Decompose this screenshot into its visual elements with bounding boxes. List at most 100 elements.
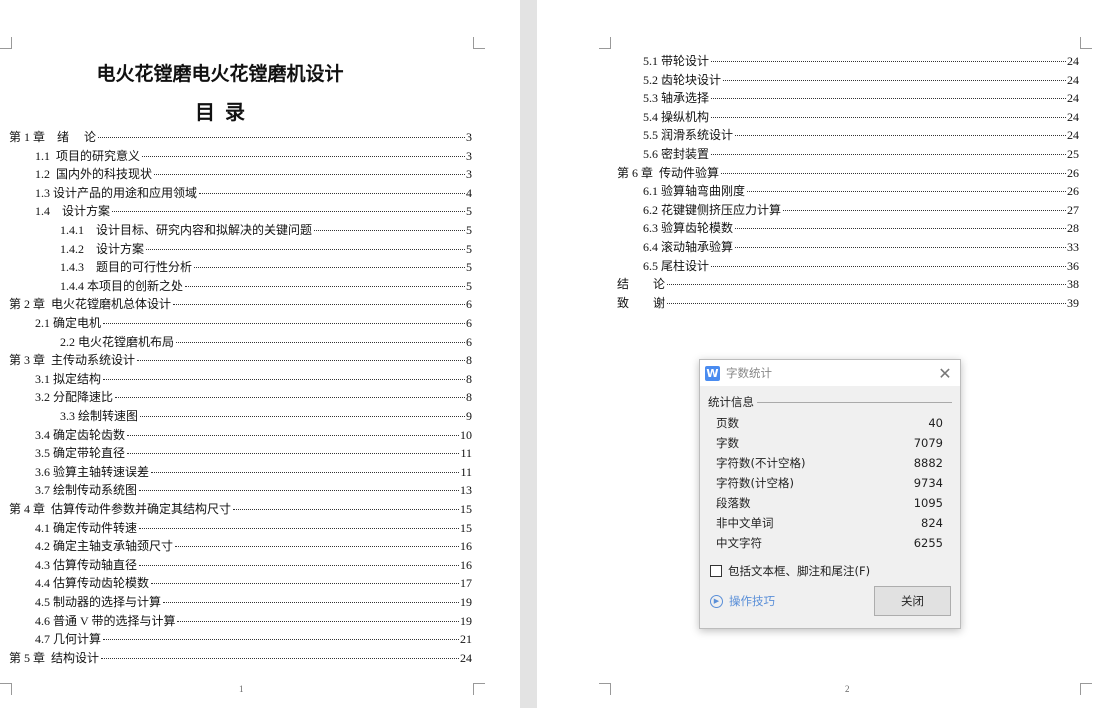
toc-entry[interactable]: 4.6 普通 V 带的选择与计算 19 <box>35 612 472 630</box>
toc-entry-page: 24 <box>1067 72 1079 87</box>
page-number: 2 <box>845 684 850 694</box>
toc-entry[interactable]: 第 6 章 传动件验算 26 <box>617 164 1079 182</box>
dialog-titlebar[interactable]: W 字数统计 ✕ <box>700 360 960 386</box>
toc-entry-title: 致 谢 <box>617 295 666 310</box>
toc-heading: 目 录 <box>195 102 245 124</box>
toc-entry-title: 3.6 验算主轴转速误差 <box>35 464 150 479</box>
margin-corner-mark <box>1080 37 1092 49</box>
toc-entry-title: 5.4 操纵机构 <box>643 109 710 124</box>
leader-dots <box>142 155 465 157</box>
toc-entry[interactable]: 5.6 密封装置 25 <box>643 145 1079 163</box>
toc-entry[interactable]: 4.3 估算传动轴直径 16 <box>35 556 472 574</box>
toc-entry[interactable]: 1.4.2 设计方案 5 <box>60 240 472 258</box>
leader-dots <box>711 61 1066 62</box>
toc-entry[interactable]: 1.4 设计方案 5 <box>35 202 472 220</box>
toc-entry[interactable]: 4.4 估算传动齿轮模数 17 <box>35 574 472 592</box>
leader-dots <box>233 509 459 510</box>
stat-label: 字符数(计空格) <box>716 476 794 490</box>
toc-entry-page: 16 <box>460 539 472 554</box>
toc-entry[interactable]: 6.1 验算轴弯曲刚度 26 <box>643 182 1079 200</box>
toc-entry-page: 13 <box>460 483 472 498</box>
word-count-dialog: W 字数统计 ✕ 统计信息 页数 40 字数 7079 字符数(不计空格) 8882 字符数… <box>699 359 961 629</box>
toc-entry[interactable]: 3.2 分配降速比 8 <box>35 388 472 406</box>
leader-dots <box>314 230 465 231</box>
close-icon[interactable]: ✕ <box>930 364 960 383</box>
checkbox-icon[interactable] <box>710 565 722 577</box>
toc-entry[interactable]: 5.4 操纵机构 24 <box>643 108 1079 126</box>
toc-entry-title: 4.5 制动器的选择与计算 <box>35 595 162 609</box>
toc-entry[interactable]: 第 3 章 主传动系统设计 8 <box>9 351 472 369</box>
leader-dots <box>140 416 465 417</box>
stat-row: 字符数(不计空格) 8882 <box>716 453 943 473</box>
toc-entry[interactable]: 6.5 尾柱设计 36 <box>643 257 1079 275</box>
toc-entry[interactable]: 第 4 章 估算传动件参数并确定其结构尺寸 15 <box>9 500 472 518</box>
toc-entry-title: 1.4.2 设计方案 <box>60 241 145 256</box>
margin-corner-mark <box>0 37 12 49</box>
leader-dots <box>112 211 465 213</box>
leader-dots <box>711 265 1066 267</box>
toc-entry[interactable]: 第 5 章 结构设计 24 <box>9 649 472 667</box>
leader-dots <box>127 453 460 455</box>
tips-link[interactable]: ▶ 操作技巧 <box>710 593 775 609</box>
toc-entry[interactable]: 6.4 滚动轴承验算 33 <box>643 238 1079 256</box>
toc-entry-page: 17 <box>460 576 472 591</box>
toc-entry[interactable]: 1.3 设计产品的用途和应用领域 4 <box>35 184 472 202</box>
toc-entry[interactable]: 结 论 38 <box>617 275 1079 293</box>
close-button[interactable]: 关闭 <box>874 586 951 616</box>
include-textbox-footnote-checkbox[interactable]: 包括文本框、脚注和尾注(F) <box>710 563 960 579</box>
leader-dots <box>711 116 1066 118</box>
toc-entry[interactable]: 1.4.4 本项目的创新之处 5 <box>60 277 472 295</box>
stat-value: 8882 <box>913 456 943 470</box>
stat-label: 中文字符 <box>716 536 762 550</box>
leader-dots <box>185 285 465 287</box>
toc-entry-title: 2.2 电火花镗磨机布局 <box>60 334 175 349</box>
toc-entry-page: 24 <box>1067 109 1079 124</box>
toc-entry-page: 3 <box>466 148 472 163</box>
stat-label: 非中文单词 <box>716 516 774 530</box>
toc-entry[interactable]: 4.5 制动器的选择与计算 19 <box>35 593 472 611</box>
toc-entry[interactable]: 3.4 确定齿轮齿数 10 <box>35 426 472 444</box>
toc-entry[interactable]: 3.7 绘制传动系统图 13 <box>35 481 472 499</box>
leader-dots <box>783 209 1066 211</box>
toc-entry[interactable]: 致 谢 39 <box>617 294 1079 312</box>
toc-entry[interactable]: 4.1 确定传动件转速 15 <box>35 519 472 537</box>
toc-entry[interactable]: 6.2 花键键侧挤压应力计算 27 <box>643 201 1079 219</box>
toc-entry[interactable]: 1.4.1 设计目标、研究内容和拟解决的关键问题 5 <box>60 221 472 239</box>
toc-entry[interactable]: 第 1 章 绪 论 3 <box>9 128 472 146</box>
margin-corner-mark <box>599 37 611 49</box>
toc-entry[interactable]: 5.2 齿轮块设计 24 <box>643 71 1079 89</box>
toc-entry[interactable]: 1.2 国内外的科技现状 3 <box>35 165 472 183</box>
toc-entry[interactable]: 5.1 带轮设计 24 <box>643 52 1079 70</box>
toc-entry[interactable]: 2.1 确定电机 6 <box>35 314 472 332</box>
margin-corner-mark <box>473 37 485 49</box>
toc-entry[interactable]: 2.2 电火花镗磨机布局 6 <box>60 333 472 351</box>
stat-row: 字数 7079 <box>716 433 943 453</box>
toc-entry[interactable]: 4.2 确定主轴支承轴颈尺寸 16 <box>35 537 472 555</box>
toc-entry[interactable]: 5.5 润滑系统设计 24 <box>643 126 1079 144</box>
toc-entry[interactable]: 1.1 项目的研究意义 3 <box>35 147 472 165</box>
leader-dots <box>163 602 459 603</box>
toc-entry[interactable]: 3.3 绘制转速图 9 <box>60 407 472 425</box>
margin-corner-mark <box>599 683 611 695</box>
toc-entry-title: 3.2 分配降速比 <box>35 390 114 405</box>
toc-entry[interactable]: 3.6 验算主轴转速误差 11 <box>35 463 472 481</box>
toc-entry-page: 24 <box>1067 128 1079 143</box>
toc-entry-page: 6 <box>466 334 472 349</box>
toc-entry-page: 5 <box>466 278 472 293</box>
wps-writer-logo-icon: W <box>705 365 720 381</box>
toc-entry-page: 5 <box>466 260 472 275</box>
toc-entry[interactable]: 第 2 章 电火花镗磨机总体设计 6 <box>9 295 472 313</box>
toc-entry[interactable]: 5.3 轴承选择 24 <box>643 89 1079 107</box>
leader-dots <box>151 583 459 585</box>
toc-entry[interactable]: 3.1 拟定结构 8 <box>35 370 472 388</box>
leader-dots <box>735 247 1066 248</box>
toc-entry[interactable]: 6.3 验算齿轮模数 28 <box>643 219 1079 237</box>
leader-dots <box>176 341 465 343</box>
toc-entry[interactable]: 3.5 确定带轮直径 11 <box>35 444 472 462</box>
toc-entry-title: 2.1 确定电机 <box>35 316 102 330</box>
stat-label: 字数 <box>716 436 739 450</box>
toc-entry[interactable]: 4.7 几何计算 21 <box>35 630 472 648</box>
toc-entry[interactable]: 1.4.3 题目的可行性分析 5 <box>60 258 472 276</box>
toc-entry-page: 39 <box>1067 295 1079 310</box>
margin-corner-mark <box>1080 683 1092 695</box>
